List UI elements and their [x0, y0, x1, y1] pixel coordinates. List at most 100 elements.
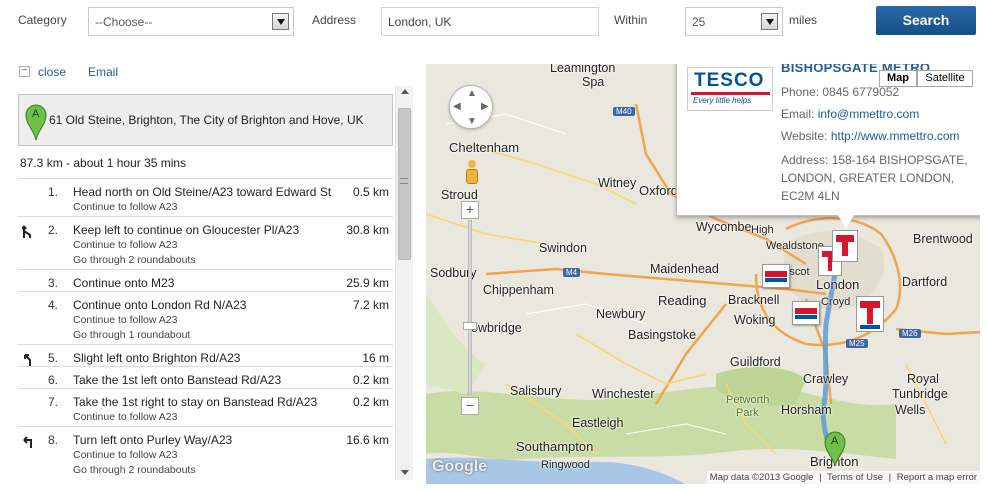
road-shield: M26: [899, 329, 921, 338]
step-note: Continue to follow A23: [73, 411, 178, 423]
map-type-satellite-button[interactable]: Satellite: [917, 70, 973, 87]
store-marker-icon[interactable]: [856, 296, 884, 332]
scrollbar-thumb[interactable]: [398, 108, 411, 260]
terms-link[interactable]: Terms of Use: [827, 472, 883, 483]
step-distance: 0.2 km: [352, 373, 389, 387]
direction-step[interactable]: 5. Slight left onto Brighton Rd/A23 16 m: [18, 344, 393, 366]
zoom-out-icon[interactable]: −: [461, 397, 479, 415]
place-label: Park: [736, 407, 759, 419]
store-marker-icon[interactable]: [762, 264, 790, 288]
place-label: Oxford: [639, 183, 679, 198]
step-distance: 7.2 km: [352, 298, 389, 312]
step-text: Head north on Old Steine/A23 toward Edwa…: [73, 185, 332, 199]
website-label: Website:: [781, 129, 831, 143]
place-label: Ringwood: [541, 459, 590, 471]
logo-tagline: Every little helps: [693, 96, 752, 105]
search-button[interactable]: Search: [876, 6, 976, 35]
store-marker-icon[interactable]: [792, 301, 820, 325]
road-shield: M40: [613, 107, 635, 116]
close-icon[interactable]: −: [19, 66, 30, 77]
map-marker-letter: A: [831, 435, 839, 447]
step-number: 7.: [47, 395, 58, 409]
place-label: Bracknell: [728, 293, 780, 307]
place-label: Tunbridge: [892, 387, 948, 401]
phone-label: Phone:: [781, 85, 823, 99]
step-note: Go through 1 roundabout: [73, 329, 191, 341]
place-label: Newbury: [596, 307, 646, 321]
step-text: Slight left onto Brighton Rd/A23: [73, 351, 241, 365]
address-label: Address: [312, 13, 357, 27]
email-label: Email:: [781, 107, 818, 121]
email-link[interactable]: info@mmettro.com: [818, 107, 920, 121]
direction-step[interactable]: 4. Continue onto London Rd N/A23 Continue …: [18, 291, 393, 344]
turn-left-icon: [22, 435, 34, 452]
zoom-slider-thumb[interactable]: [463, 322, 477, 330]
step-number: 3.: [47, 276, 58, 290]
step-number: 4.: [47, 298, 58, 312]
report-error-link[interactable]: Report a map error: [897, 472, 977, 483]
step-instruction: Continue onto London Rd N/A23 Continue to…: [73, 298, 246, 343]
map[interactable]: Leamington Spa Cheltenham Witney Oxford …: [426, 64, 980, 484]
place-label: Stroud: [441, 188, 478, 202]
email-link[interactable]: Email: [88, 65, 118, 79]
pan-right-icon[interactable]: ▶: [481, 101, 489, 112]
place-label: Wells: [895, 403, 926, 417]
address-line: LONDON, GREATER LONDON,: [781, 171, 955, 185]
address-label: Address:: [781, 153, 832, 167]
place-label: Basingstoke: [628, 328, 697, 342]
within-label: Within: [614, 13, 648, 27]
place-label: Croyd: [821, 296, 851, 308]
scroll-up-icon[interactable]: [401, 89, 409, 94]
place-label: Guildford: [730, 355, 781, 369]
store-marker-icon[interactable]: [832, 230, 858, 262]
radius-select[interactable]: 25: [685, 7, 783, 36]
step-text: Continue onto M23: [73, 276, 175, 290]
step-text: Turn left onto Purley Way/A23: [73, 433, 233, 447]
place-label: Royal: [907, 372, 939, 386]
zoom-slider-track[interactable]: [468, 220, 472, 395]
step-distance: 16 m: [362, 351, 389, 365]
category-label: Category: [18, 13, 67, 27]
place-label: Maidenhead: [650, 262, 719, 276]
step-note: Go through 2 roundabouts: [73, 254, 196, 266]
place-label: Winchester: [592, 387, 655, 401]
direction-step[interactable]: 2. Keep left to continue on Gloucester Pl…: [18, 216, 393, 269]
place-label: Cheltenham: [449, 140, 520, 155]
place-label: High: [751, 224, 774, 236]
place-label: Horsham: [781, 403, 832, 417]
chevron-down-icon: [272, 13, 289, 30]
step-text: Continue onto London Rd N/A23: [73, 298, 247, 312]
step-number: 5.: [47, 351, 58, 365]
pan-control[interactable]: ▲ ▼ ◀ ▶: [449, 85, 493, 129]
direction-step[interactable]: 7. Take the 1st right to stay on Banstead…: [18, 388, 393, 426]
step-instruction: Take the 1st left onto Banstead Rd/A23: [73, 373, 281, 388]
direction-step[interactable]: 8. Turn left onto Purley Way/A23 Continue …: [18, 426, 393, 479]
step-number: 6.: [47, 373, 58, 387]
direction-step[interactable]: 3. Continue onto M23 25.9 km: [18, 269, 393, 291]
place-label: Spa: [582, 75, 605, 89]
place-label: Reading: [658, 293, 707, 308]
website-link[interactable]: http://www.mmettro.com: [831, 129, 960, 143]
pegman-icon[interactable]: [462, 160, 482, 186]
address-input[interactable]: London, UK: [381, 7, 599, 36]
close-link[interactable]: close: [38, 65, 66, 79]
address-row: Address: 158-164 BISHOPSGATE, LONDON, GR…: [781, 151, 968, 205]
category-select[interactable]: --Choose--: [88, 7, 294, 36]
place-label: Crawley: [803, 372, 849, 386]
place-label: Southampton: [516, 439, 594, 454]
pan-up-icon[interactable]: ▲: [467, 88, 477, 99]
direction-step[interactable]: 6. Take the 1st left onto Banstead Rd/A23…: [18, 366, 393, 388]
tesco-logo: TESCO Every little helps: [687, 67, 773, 111]
scrollbar[interactable]: [395, 86, 413, 480]
pan-left-icon[interactable]: ◀: [453, 101, 461, 112]
step-distance: 25.9 km: [346, 276, 389, 290]
google-logo[interactable]: Google: [432, 458, 487, 476]
scroll-down-icon[interactable]: [401, 470, 409, 475]
direction-step[interactable]: 1. Head north on Old Steine/A23 toward Ed…: [18, 178, 393, 216]
map-type-map-button[interactable]: Map: [879, 70, 917, 87]
zoom-in-icon[interactable]: +: [461, 201, 479, 219]
pan-down-icon[interactable]: ▼: [467, 116, 477, 127]
directions-panel: A 61 Old Steine, Brighton, The City of B…: [18, 86, 413, 480]
info-window-pointer: [838, 215, 854, 229]
step-number: 8.: [47, 433, 58, 447]
